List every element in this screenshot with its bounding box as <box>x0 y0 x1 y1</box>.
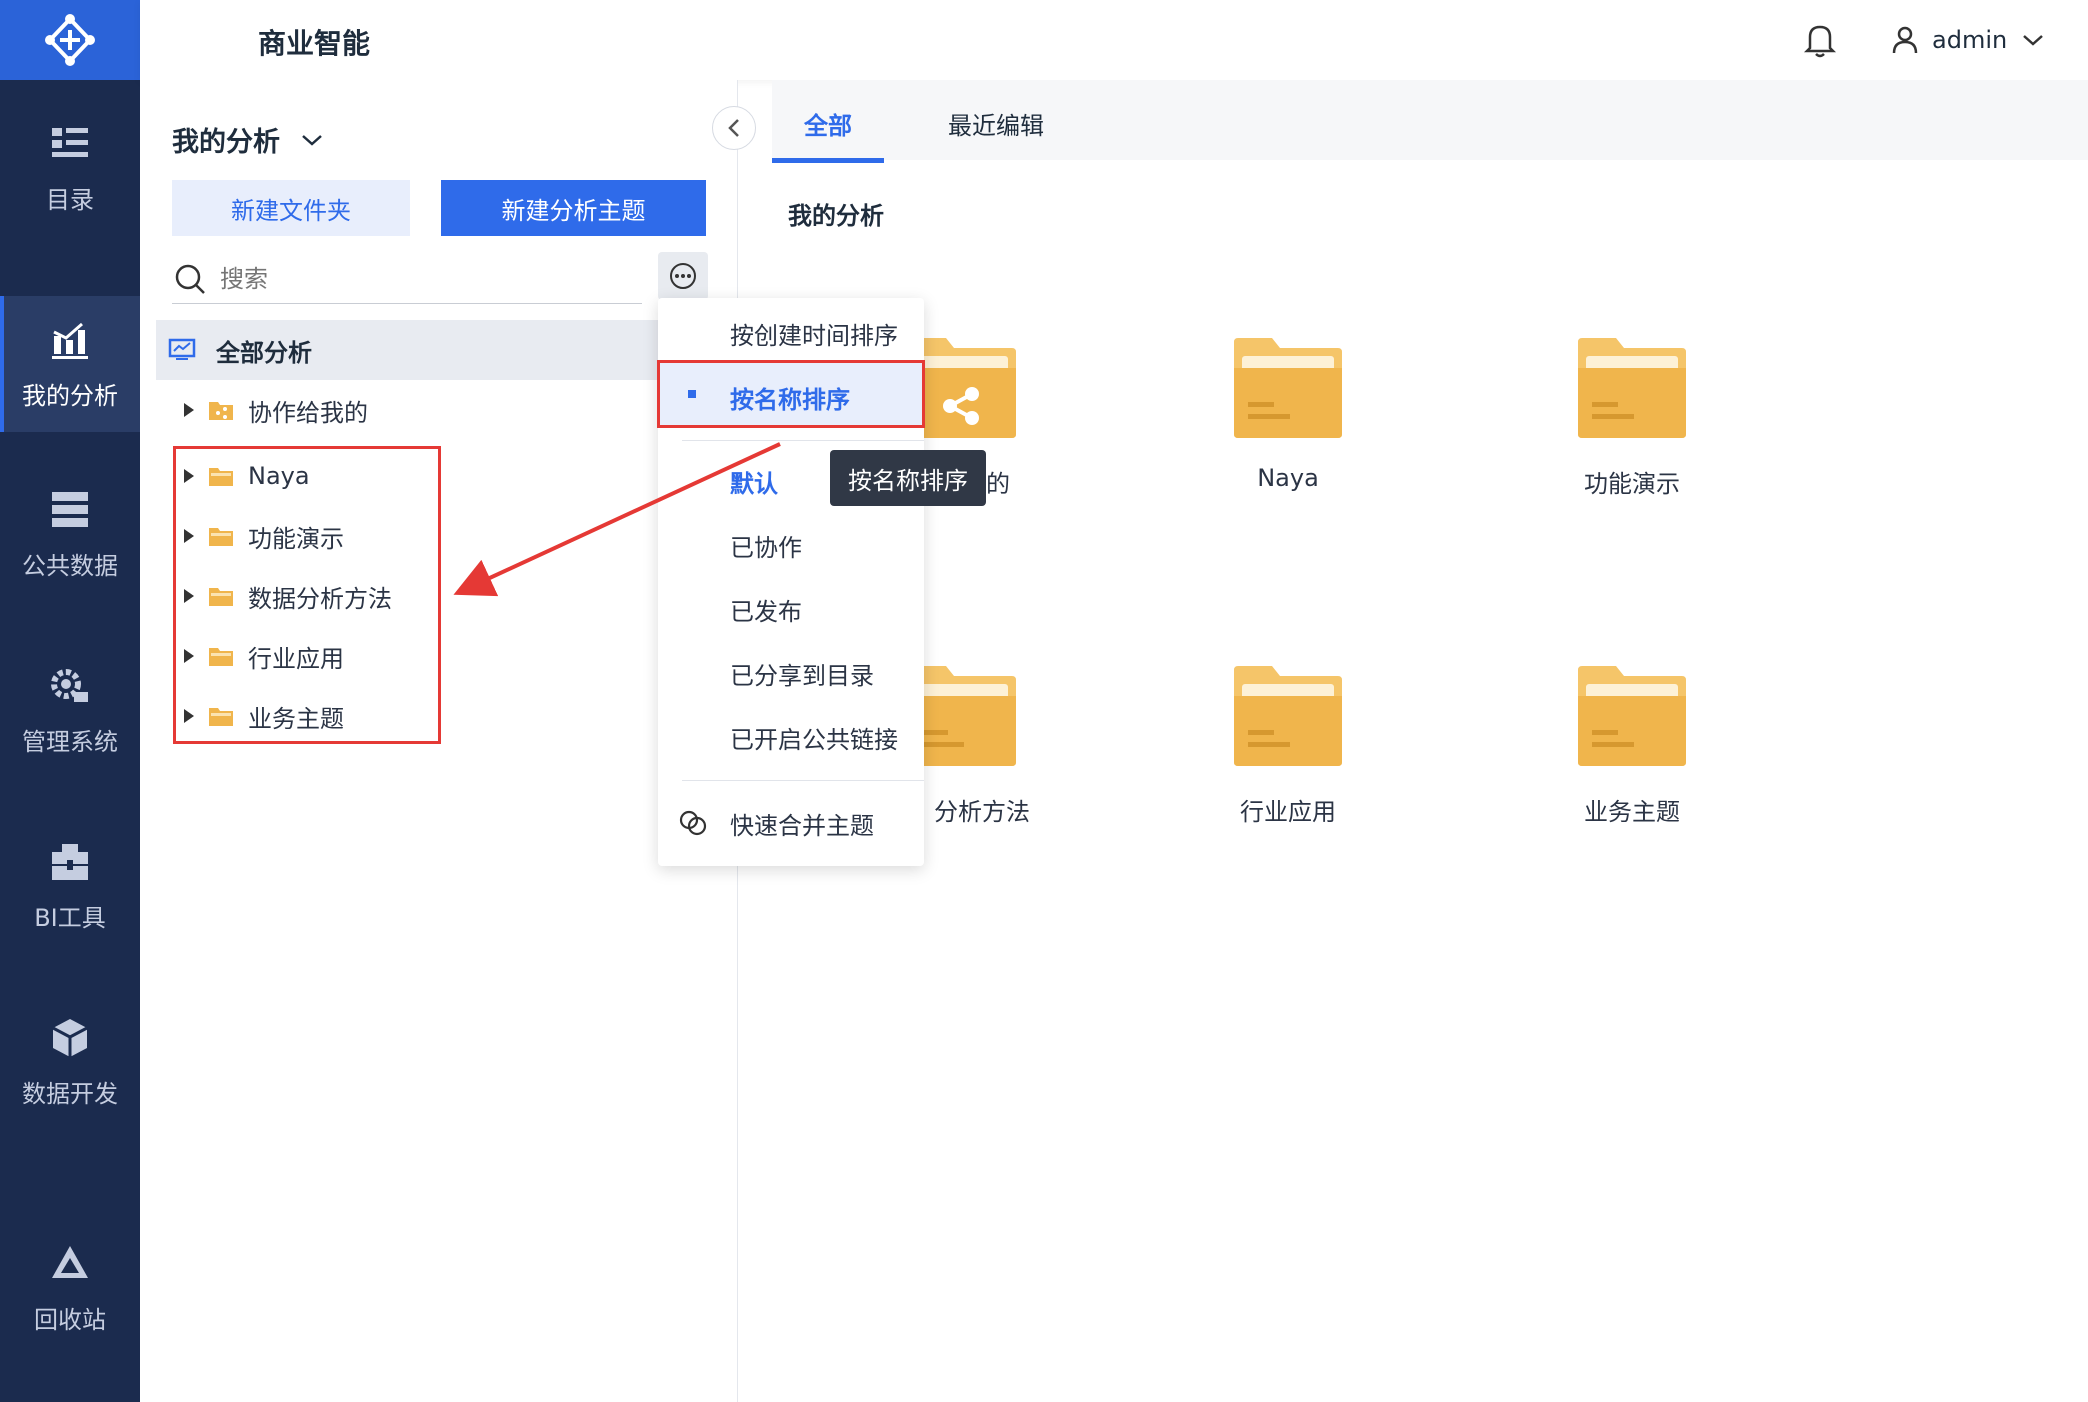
menu-filter-published[interactable]: 已发布 <box>730 592 802 627</box>
active-tab-indicator <box>772 158 884 163</box>
card-label: Naya <box>1257 464 1319 492</box>
app-root: 目录 我的分析 公共数据 管理系统 BI工具 数据开发 回收站 商业智能 adm… <box>0 0 2088 1402</box>
user-icon <box>1892 26 1918 54</box>
chevron-down-icon <box>2023 35 2044 46</box>
gear-icon <box>51 668 88 702</box>
card-label: 功能演示 <box>1584 470 1680 498</box>
menu-filter-collab[interactable]: 已协作 <box>730 528 802 563</box>
nav-label: 管理系统 <box>22 727 118 756</box>
nav-label: 回收站 <box>34 1305 106 1334</box>
tab-all[interactable]: 全部 <box>804 106 852 141</box>
search-icon <box>175 264 205 294</box>
folder-card-naya[interactable]: Naya <box>1208 336 1368 492</box>
folder-icon <box>1578 666 1686 766</box>
folder-icon <box>1234 338 1342 438</box>
menu-filter-shared-catalog[interactable]: 已分享到目录 <box>730 656 874 691</box>
card-label: 分析方法 <box>934 798 1030 826</box>
nav-label: 我的分析 <box>22 381 118 410</box>
nav-item-data-dev[interactable]: 数据开发 <box>0 994 140 1130</box>
search-box <box>172 254 642 304</box>
top-header: 商业智能 admin <box>140 0 2088 80</box>
folder-card-demo[interactable]: 功能演示 <box>1552 336 1712 499</box>
logo-icon <box>45 14 95 66</box>
tab-recent[interactable]: 最近编辑 <box>948 106 1044 141</box>
more-dots-icon <box>670 263 696 289</box>
cube-icon <box>52 1018 88 1057</box>
nav-item-my-analysis[interactable]: 我的分析 <box>0 296 140 432</box>
folder-card-industry[interactable]: 行业应用 <box>1208 664 1368 827</box>
nav-label: 数据开发 <box>22 1079 118 1108</box>
public-data-icon <box>52 491 88 527</box>
menu-quick-merge[interactable]: 快速合并主题 <box>730 806 874 841</box>
menu-divider <box>682 440 924 441</box>
notification-bell-icon[interactable] <box>1802 20 1838 60</box>
nav-item-catalog[interactable]: 目录 <box>0 100 140 236</box>
app-logo[interactable] <box>0 0 140 80</box>
sort-filter-menu: 按创建时间排序 按名称排序 默认 已协作 已发布 已分享到目录 已开启公共链接 … <box>657 298 925 866</box>
analysis-tree-panel: 我的分析 新建文件夹 新建分析主题 全部分析 协作给我的 Naya <box>140 80 756 1402</box>
panel-title: 我的分析 <box>172 127 280 158</box>
nav-item-recycle[interactable]: 回收站 <box>0 1220 140 1356</box>
menu-divider <box>682 780 924 781</box>
chevron-left-icon <box>728 119 739 137</box>
merge-circles-icon <box>679 810 707 836</box>
menu-sort-created[interactable]: 按创建时间排序 <box>730 316 898 351</box>
nav-item-admin[interactable]: 管理系统 <box>0 642 140 778</box>
content-tabs: 全部 最近编辑 <box>772 80 2088 160</box>
tree-root-all-analysis[interactable]: 全部分析 <box>156 320 722 380</box>
monitor-chart-icon <box>168 338 196 360</box>
toolbox-icon <box>52 843 88 880</box>
tree-item-label: 协作给我的 <box>248 398 368 427</box>
panel-title-dropdown[interactable]: 我的分析 <box>172 120 324 159</box>
nav-label: 目录 <box>46 185 94 214</box>
nav-label: 公共数据 <box>22 551 118 580</box>
left-nav: 目录 我的分析 公共数据 管理系统 BI工具 数据开发 回收站 <box>0 0 140 1402</box>
new-folder-button[interactable]: 新建文件夹 <box>172 180 410 236</box>
tooltip: 按名称排序 <box>830 450 986 506</box>
shared-folder-icon <box>209 402 233 420</box>
user-menu[interactable]: admin <box>1892 20 2045 60</box>
nav-label: BI工具 <box>34 903 106 932</box>
analysis-chart-icon <box>52 322 88 359</box>
card-label: 行业应用 <box>1240 798 1336 826</box>
expand-caret-icon[interactable] <box>184 403 194 417</box>
nav-item-bi-tools[interactable]: BI工具 <box>0 818 140 954</box>
nav-item-public-data[interactable]: 公共数据 <box>0 466 140 602</box>
tree-root-label: 全部分析 <box>216 338 312 367</box>
collapse-panel-button[interactable] <box>712 106 756 150</box>
new-topic-button[interactable]: 新建分析主题 <box>441 180 706 236</box>
content-title: 我的分析 <box>788 202 884 230</box>
chevron-down-icon <box>302 134 322 146</box>
app-title: 商业智能 <box>258 27 371 60</box>
folder-icon <box>1234 666 1342 766</box>
username: admin <box>1932 26 2008 54</box>
catalog-icon <box>52 127 88 157</box>
card-label: 业务主题 <box>1584 798 1680 826</box>
menu-filter-default[interactable]: 默认 <box>730 464 778 499</box>
folder-card-business[interactable]: 业务主题 <box>1552 664 1712 827</box>
annotation-highlight-box <box>173 446 441 744</box>
folder-icon <box>1578 338 1686 438</box>
search-input[interactable] <box>220 264 600 293</box>
more-options-button[interactable] <box>658 252 708 300</box>
menu-filter-public-link[interactable]: 已开启公共链接 <box>730 720 898 755</box>
annotation-highlight-box <box>657 360 925 428</box>
tree-item-collab[interactable]: 协作给我的 <box>184 388 368 432</box>
recycle-icon <box>52 1245 88 1278</box>
